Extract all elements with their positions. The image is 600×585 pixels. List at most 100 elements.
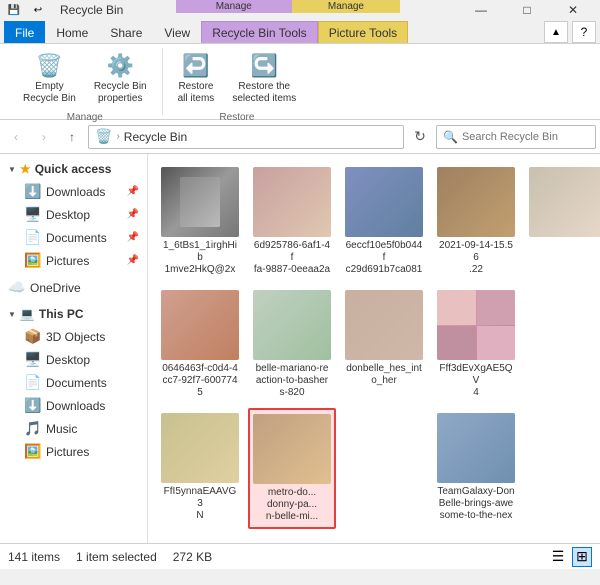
file-grid-container[interactable]: 1_6tBs1_1irghHib1mve2HkQ@2x 6d925786-6af… <box>148 154 600 543</box>
quick-access-undo[interactable]: ↩ <box>28 1 48 19</box>
path-text: Recycle Bin <box>124 130 187 144</box>
restore-selected-btn[interactable]: ↪️ Restore theselected items <box>225 48 303 110</box>
documents-pc-icon: 📄 <box>24 374 42 391</box>
file-thumbnail <box>161 413 239 483</box>
restore-selected-icon: ↪️ <box>251 53 278 79</box>
downloads-icon: ⬇️ <box>24 183 42 200</box>
empty-recycle-bin-label: EmptyRecycle Bin <box>23 81 76 105</box>
file-thumbnail <box>529 167 600 237</box>
sidebar-item-documents[interactable]: 📄 Documents 📌 <box>0 226 147 249</box>
file-item[interactable]: 2021-09-14-15.56.22 <box>432 162 520 281</box>
file-name: 6d925786-6af1-4ffa-9887-0eeaa2a46f18_met… <box>253 240 331 276</box>
restore-all-icon: ↩️ <box>182 53 209 79</box>
status-bar-right: ☰ ⊞ <box>548 547 592 567</box>
tab-picture-tools[interactable]: Picture Tools <box>318 21 408 43</box>
file-name: belle-mariano-reaction-to-bashers-820 <box>256 363 329 399</box>
file-name: TeamGalaxy-DonBelle-brings-awesome-to-th… <box>437 486 514 522</box>
sidebar-group-this-pc[interactable]: ▼ 💻 This PC <box>0 303 147 325</box>
search-icon: 🔍 <box>443 130 458 144</box>
back-btn[interactable]: ‹ <box>4 125 28 149</box>
onedrive-icon: ☁️ <box>8 279 26 296</box>
file-item[interactable]: metro-do...donny-pa...n-belle-mi...hes-i… <box>248 408 336 529</box>
file-item[interactable]: TeamGalaxy-DonBelle-brings-awesome-to-th… <box>432 408 520 529</box>
file-item[interactable]: donbelle_hes_into_her <box>340 285 428 404</box>
file-thumbnail <box>161 290 239 360</box>
forward-btn[interactable]: › <box>32 125 56 149</box>
sidebar-group-quick-access[interactable]: ▼ ★ Quick access <box>0 158 147 180</box>
file-item[interactable]: Fff3dEvXgAE5QV4 <box>432 285 520 404</box>
chevron-down-icon: ▼ <box>8 165 16 174</box>
file-item[interactable]: 0646463f-c0d4-4cc7-92f7-60077458d07f_met… <box>156 285 244 404</box>
file-item[interactable]: 1_6tBs1_1irghHib1mve2HkQ@2x <box>156 162 244 281</box>
file-thumbnail <box>345 290 423 360</box>
pictures-label: Pictures <box>46 254 123 268</box>
pictures-pc-icon: 🖼️ <box>24 443 42 460</box>
sidebar-item-desktop[interactable]: 🖥️ Desktop 📌 <box>0 203 147 226</box>
sidebar-item-documents-pc[interactable]: 📄 Documents <box>0 371 147 394</box>
onedrive-label: OneDrive <box>30 281 139 295</box>
empty-recycle-bin-icon: 🗑️ <box>36 53 63 79</box>
sidebar-item-pictures[interactable]: 🖼️ Pictures 📌 <box>0 249 147 272</box>
search-input[interactable] <box>462 131 589 143</box>
search-box[interactable]: 🔍 <box>436 125 596 149</box>
desktop-pc-label: Desktop <box>46 353 139 367</box>
properties-icon: ⚙️ <box>107 53 134 79</box>
documents-pc-label: Documents <box>46 376 139 390</box>
pictures-pc-label: Pictures <box>46 445 139 459</box>
file-item[interactable]: belle-mariano-reaction-to-bashers-820 <box>248 285 336 404</box>
file-name: 0646463f-c0d4-4cc7-92f7-60077458d07f_met… <box>161 363 239 399</box>
address-path[interactable]: 🗑️ › Recycle Bin <box>88 125 404 149</box>
pictures-icon: 🖼️ <box>24 252 42 269</box>
empty-recycle-bin-btn[interactable]: 🗑️ EmptyRecycle Bin <box>16 48 83 110</box>
maximize-btn[interactable]: □ <box>504 0 550 25</box>
file-item[interactable] <box>524 162 600 281</box>
file-thumbnail <box>345 167 423 237</box>
file-item[interactable]: 6eccf10e5f0b044fc29d691b7ca081f8 <box>340 162 428 281</box>
restore-all-btn[interactable]: ↩️ Restoreall items <box>171 48 222 110</box>
file-name: 2021-09-14-15.56.22 <box>437 240 515 276</box>
tab-view[interactable]: View <box>153 21 201 43</box>
3d-objects-icon: 📦 <box>24 328 42 345</box>
file-item[interactable]: FfI5ynnaEAAVG3N <box>156 408 244 529</box>
file-thumbnail <box>253 414 331 484</box>
desktop-label: Desktop <box>46 208 123 222</box>
sidebar-item-onedrive[interactable]: ☁️ OneDrive <box>0 276 147 299</box>
sidebar-item-music[interactable]: 🎵 Music <box>0 417 147 440</box>
file-thumbnail <box>253 290 331 360</box>
item-selected: 1 item selected <box>76 550 157 564</box>
downloads-pc-icon: ⬇️ <box>24 397 42 414</box>
file-thumbnail <box>437 167 515 237</box>
chevron-right-icon: › <box>116 131 119 142</box>
restore-selected-label: Restore theselected items <box>232 81 296 105</box>
file-item[interactable]: 6d925786-6af1-4ffa-9887-0eeaa2a46f18_met… <box>248 162 336 281</box>
quick-access-btn[interactable]: 💾 <box>4 1 24 19</box>
sidebar-item-downloads[interactable]: ⬇️ Downloads 📌 <box>0 180 147 203</box>
close-btn[interactable]: ✕ <box>550 0 596 25</box>
tab-file[interactable]: File <box>4 21 45 43</box>
manage-tab-group-label: Manage <box>176 0 292 13</box>
pin-icon-4: 📌 <box>127 255 139 266</box>
up-btn[interactable]: ↑ <box>60 125 84 149</box>
refresh-btn[interactable]: ↻ <box>408 125 432 149</box>
details-view-btn[interactable]: ☰ <box>548 547 568 567</box>
properties-label: Recycle Binproperties <box>94 81 147 105</box>
3d-objects-label: 3D Objects <box>46 330 139 344</box>
quick-access-label: Quick access <box>35 162 112 176</box>
tab-recycle-bin-tools[interactable]: Recycle Bin Tools <box>201 21 318 43</box>
file-name: metro-do...donny-pa...n-belle-mi...hes-i… <box>266 487 319 523</box>
file-name: 6eccf10e5f0b044fc29d691b7ca081f8 <box>345 240 423 276</box>
sidebar-item-3d-objects[interactable]: 📦 3D Objects <box>0 325 147 348</box>
tab-share[interactable]: Share <box>99 21 153 43</box>
documents-label: Documents <box>46 231 123 245</box>
sidebar-item-pictures-pc[interactable]: 🖼️ Pictures <box>0 440 147 463</box>
minimize-btn[interactable]: — <box>458 0 504 25</box>
sidebar-item-downloads-pc[interactable]: ⬇️ Downloads <box>0 394 147 417</box>
pin-icon-2: 📌 <box>127 209 139 220</box>
computer-icon: 💻 <box>20 307 35 321</box>
tab-home[interactable]: Home <box>45 21 99 43</box>
large-icons-view-btn[interactable]: ⊞ <box>572 547 592 567</box>
pin-icon: 📌 <box>127 186 139 197</box>
music-icon: 🎵 <box>24 420 42 437</box>
recycle-bin-properties-btn[interactable]: ⚙️ Recycle Binproperties <box>87 48 154 110</box>
sidebar-item-desktop-pc[interactable]: 🖥️ Desktop <box>0 348 147 371</box>
